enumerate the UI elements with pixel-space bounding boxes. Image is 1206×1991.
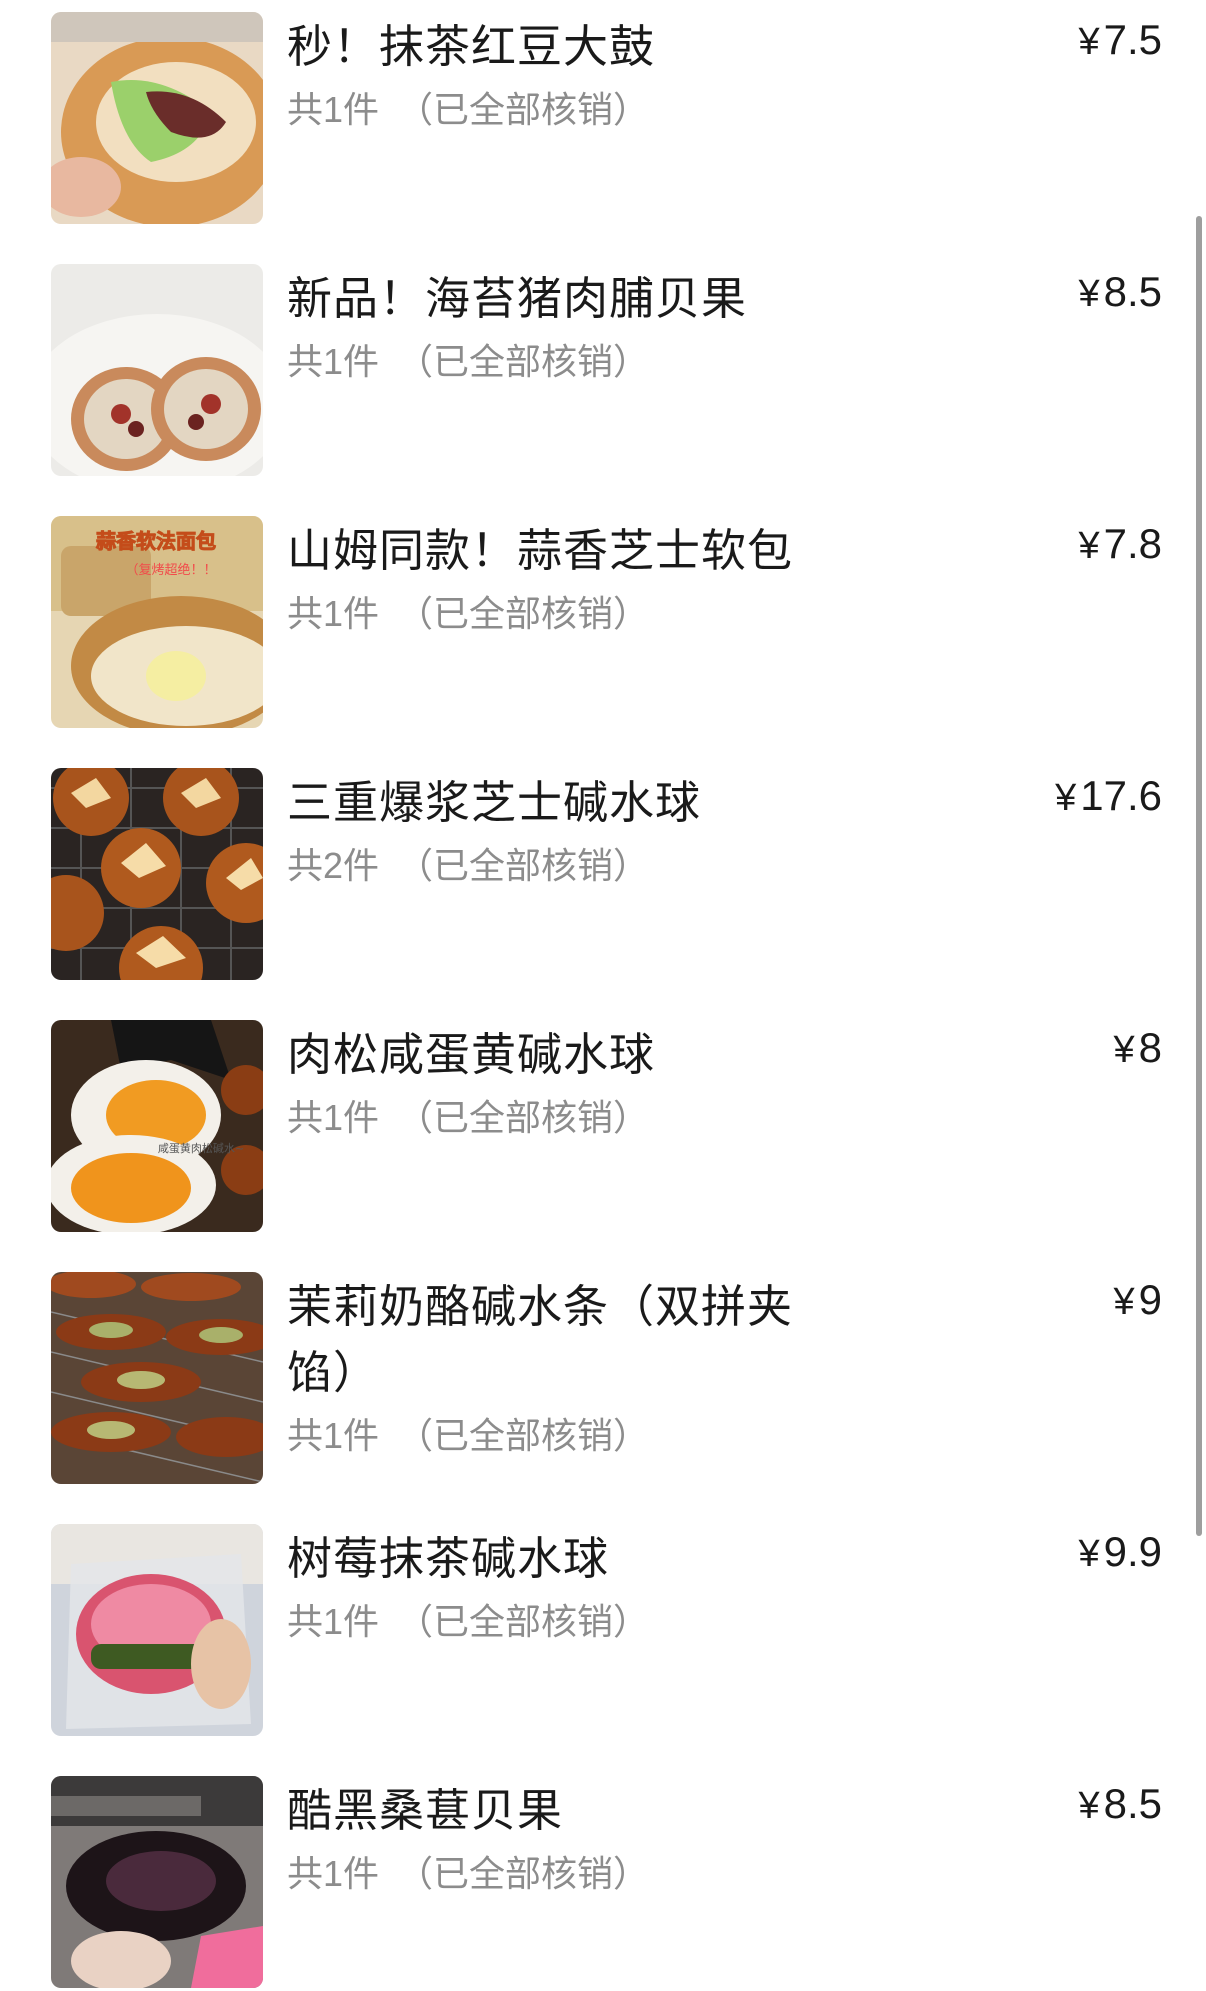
currency-symbol: ¥ [1055,777,1077,819]
item-count: 共1件 [287,1601,380,1642]
currency-symbol: ¥ [1078,1533,1100,1575]
price-value: 8.5 [1103,268,1162,315]
item-count: 共2件 [287,845,380,886]
vertical-scrollbar[interactable] [1196,216,1202,1536]
redeem-status: （已全部核销） [397,1415,650,1456]
product-price: ¥8 [1114,1018,1163,1080]
redeem-status: （已全部核销） [397,1097,650,1138]
item-count: 共1件 [287,593,380,634]
product-meta: 共1件 （已全部核销） [287,1850,649,1898]
thumb-caption: 蒜香软法面包 [96,529,216,553]
product-thumbnail[interactable] [51,1272,263,1484]
product-meta: 共2件 （已全部核销） [287,842,649,890]
product-meta: 共1件 （已全部核销） [287,1094,649,1142]
item-count: 共1件 [287,1097,380,1138]
product-title: 肉松咸蛋黄碱水球 [287,1029,656,1080]
redeem-status: （已全部核销） [397,1601,650,1642]
product-price: ¥8.5 [1078,262,1162,324]
currency-symbol: ¥ [1078,525,1100,567]
price-value: 7.8 [1103,520,1162,567]
product-title: 新品！海苔猪肉脯贝果 [287,273,748,324]
currency-symbol: ¥ [1078,21,1100,63]
product-title: 茉莉奶酪碱水条（双拼夹馅） [287,1281,794,1398]
product-meta: 共1件 （已全部核销） [287,590,649,638]
product-title: 山姆同款！蒜香芝士软包 [287,525,794,576]
item-count: 共1件 [287,1853,380,1894]
redeem-status: （已全部核销） [397,341,650,382]
product-thumbnail[interactable] [51,264,263,476]
price-value: 8 [1138,1024,1162,1071]
thumb-caption: 咸蛋黄肉松碱水~ [158,1141,244,1155]
product-meta: 共1件 （已全部核销） [287,338,649,386]
order-item-list: 秒！抹茶红豆大鼓 共1件 （已全部核销） ¥7.5 新品！海苔猪肉脯贝果 共1件 （… [0,0,1206,1991]
currency-symbol: ¥ [1078,1785,1100,1827]
product-price: ¥7.8 [1078,514,1162,576]
product-title: 树莓抹茶碱水球 [287,1533,610,1584]
product-price: ¥8.5 [1078,1774,1162,1836]
product-price: ¥17.6 [1055,766,1162,828]
thumb-caption-sub: （复烤超绝！！ [125,562,216,578]
price-value: 8.5 [1103,1780,1162,1827]
order-item-seaweed-bagel[interactable]: 新品！海苔猪肉脯贝果 共1件 （已全部核销） ¥8.5 [0,252,1206,476]
product-title: 秒！抹茶红豆大鼓 [287,21,656,72]
product-price: ¥9 [1114,1270,1163,1332]
item-count: 共1件 [287,89,380,130]
currency-symbol: ¥ [1113,1029,1135,1071]
product-meta: 共1件 （已全部核销） [287,1412,649,1460]
redeem-status: （已全部核销） [397,89,650,130]
product-price: ¥9.9 [1078,1522,1162,1584]
product-thumbnail[interactable]: 蒜香软法面包 （复烤超绝！！ [51,516,263,728]
price-value: 17.6 [1080,772,1162,819]
currency-symbol: ¥ [1078,273,1100,315]
product-thumbnail[interactable] [51,1524,263,1736]
product-thumbnail[interactable] [51,768,263,980]
order-item-triple-cheese-pretzel[interactable]: 三重爆浆芝士碱水球 共2件 （已全部核销） ¥17.6 [0,756,1206,980]
product-meta: 共1件 （已全部核销） [287,1598,649,1646]
order-item-black-mulberry-bagel[interactable]: 酷黑桑葚贝果 共1件 （已全部核销） ¥8.5 [0,1764,1206,1988]
item-count: 共1件 [287,1415,380,1456]
order-item-garlic-cheese-bun[interactable]: 蒜香软法面包 （复烤超绝！！ 山姆同款！蒜香芝士软包 共1件 （已全部核销） ¥7… [0,504,1206,728]
order-item-floss-egg-yolk-pretzel[interactable]: 咸蛋黄肉松碱水~ 肉松咸蛋黄碱水球 共1件 （已全部核销） ¥8 [0,1008,1206,1232]
redeem-status: （已全部核销） [397,1853,650,1894]
currency-symbol: ¥ [1113,1281,1135,1323]
product-thumbnail[interactable] [51,1776,263,1988]
redeem-status: （已全部核销） [397,593,650,634]
product-price: ¥7.5 [1078,10,1162,72]
product-title: 三重爆浆芝士碱水球 [287,777,702,828]
order-item-matcha-red-bean[interactable]: 秒！抹茶红豆大鼓 共1件 （已全部核销） ¥7.5 [0,0,1206,224]
price-value: 7.5 [1103,16,1162,63]
order-item-raspberry-matcha-pretzel[interactable]: 树莓抹茶碱水球 共1件 （已全部核销） ¥9.9 [0,1512,1206,1736]
product-title: 酷黑桑葚贝果 [287,1785,564,1836]
product-meta: 共1件 （已全部核销） [287,86,649,134]
redeem-status: （已全部核销） [397,845,650,886]
order-item-jasmine-cheese-pretzel-stick[interactable]: 茉莉奶酪碱水条（双拼夹馅） 共1件 （已全部核销） ¥9 [0,1260,1206,1484]
item-count: 共1件 [287,341,380,382]
product-thumbnail[interactable]: 咸蛋黄肉松碱水~ [51,1020,263,1232]
product-thumbnail[interactable] [51,12,263,224]
price-value: 9.9 [1103,1528,1162,1575]
price-value: 9 [1138,1276,1162,1323]
